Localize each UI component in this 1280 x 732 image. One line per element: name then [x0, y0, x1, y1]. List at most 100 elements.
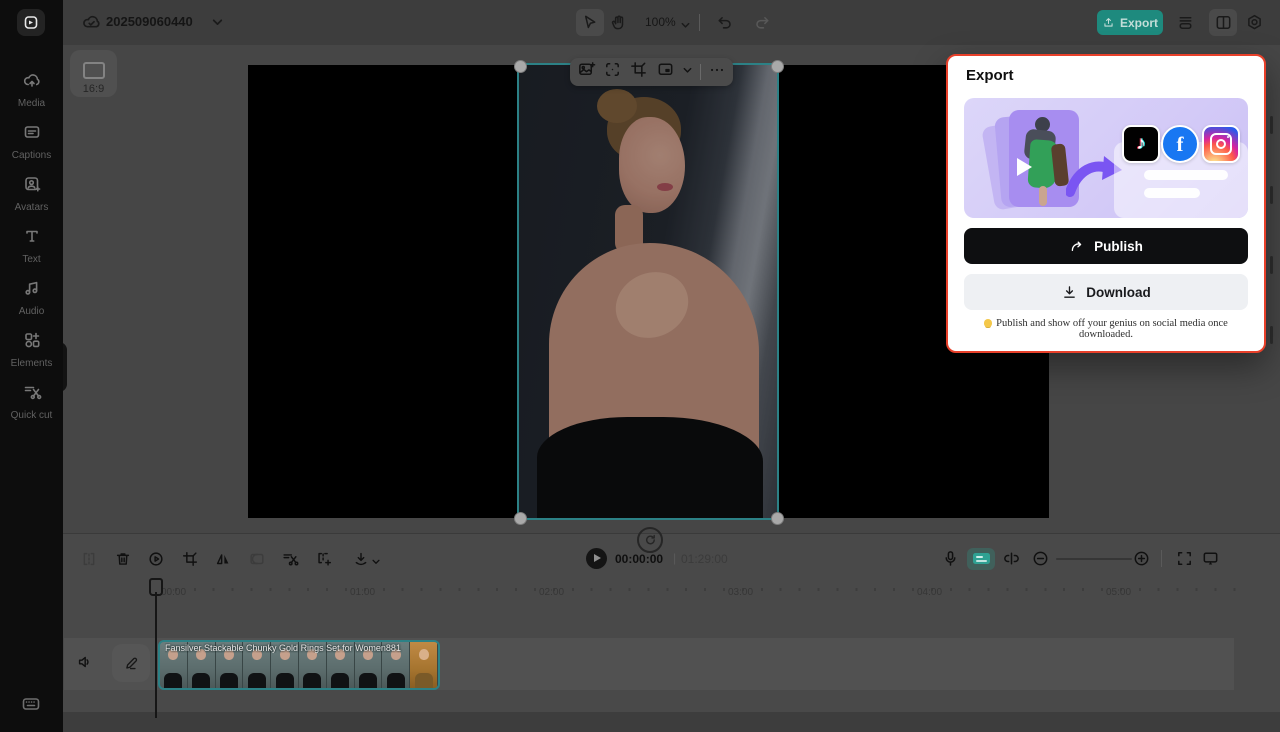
- delete-icon[interactable]: [114, 550, 132, 573]
- video-preview[interactable]: [519, 65, 777, 518]
- export-note: Publish and show off your genius on soci…: [962, 318, 1250, 340]
- ratio-label: 16:9: [70, 83, 117, 95]
- chevron-down-icon[interactable]: [211, 16, 224, 34]
- auto-captions-button[interactable]: [967, 548, 995, 570]
- current-time: 00:00:00: [615, 552, 663, 566]
- sidebar-item-audio[interactable]: Audio: [0, 278, 63, 318]
- timeline-zoom-slider[interactable]: [1056, 558, 1132, 560]
- settings-gear-icon[interactable]: [1245, 13, 1264, 37]
- fullscreen-icon[interactable]: [1175, 549, 1194, 573]
- selection-handle-bottom-left[interactable]: [514, 512, 527, 525]
- undo-icon[interactable]: [715, 13, 734, 37]
- layout-panel-icon[interactable]: [1214, 13, 1233, 37]
- ruler-label: 03:00: [728, 587, 753, 598]
- smart-cut-icon[interactable]: [281, 550, 299, 573]
- rotate-handle[interactable]: [637, 527, 663, 553]
- sidebar-item-avatars[interactable]: Avatars: [0, 174, 63, 214]
- split-icon[interactable]: [80, 550, 98, 573]
- sidebar-item-label: Captions: [0, 150, 63, 162]
- fit-timeline-icon[interactable]: [1002, 549, 1021, 573]
- selection-handle-top-right[interactable]: [771, 60, 784, 73]
- app-logo[interactable]: [17, 9, 45, 36]
- selection-handle-top-left[interactable]: [514, 60, 527, 73]
- sidebar-item-label: Quick cut: [0, 410, 63, 422]
- edit-track-button[interactable]: [112, 644, 150, 682]
- ruler-label: 04:00: [917, 587, 942, 598]
- edge-marker: [1270, 326, 1273, 344]
- sidebar-item-captions[interactable]: Captions: [0, 122, 63, 162]
- export-button[interactable]: Export: [1097, 10, 1163, 35]
- divider: [699, 14, 700, 31]
- frame-icon[interactable]: [603, 60, 622, 84]
- zoom-in-icon[interactable]: [1132, 549, 1151, 573]
- export-popup-title: Export: [966, 67, 1014, 84]
- sidebar-item-label: Audio: [0, 306, 63, 318]
- split-add-icon[interactable]: [315, 550, 333, 573]
- playhead-line[interactable]: [155, 592, 157, 718]
- ratio-rect-icon: [83, 62, 105, 79]
- pip-icon[interactable]: [656, 60, 675, 84]
- instagram-icon: [1202, 125, 1240, 163]
- clip-toolbar: [570, 58, 733, 86]
- crop-clip-icon[interactable]: [181, 550, 199, 573]
- download-label: Download: [1086, 285, 1151, 300]
- zoom-chevron-icon[interactable]: [680, 18, 691, 36]
- pip-chevron-icon[interactable]: [682, 63, 693, 81]
- export-button-label: Export: [1120, 16, 1158, 30]
- download-clip-icon[interactable]: [352, 550, 370, 573]
- quick-cut-icon: [22, 382, 42, 402]
- export-popup: Export ♪ f: [946, 54, 1266, 353]
- crop-icon[interactable]: [629, 60, 648, 84]
- pencil-icon: [123, 655, 140, 672]
- microphone-icon[interactable]: [941, 549, 960, 573]
- project-title: 202509060440: [106, 14, 193, 29]
- skeleton-line: [1144, 170, 1228, 180]
- publish-icon: [1069, 238, 1086, 255]
- tiktok-icon: ♪: [1122, 125, 1160, 163]
- zoom-out-icon[interactable]: [1031, 549, 1050, 573]
- speed-icon[interactable]: [147, 550, 165, 573]
- selection-handle-bottom-right[interactable]: [771, 512, 784, 525]
- preview-display-icon[interactable]: [1201, 549, 1220, 573]
- keyboard-shortcuts-icon[interactable]: [20, 694, 42, 719]
- export-promo-banner: ♪ f: [964, 98, 1248, 218]
- cursor-tool-icon[interactable]: [580, 13, 599, 37]
- sidebar-item-media[interactable]: Media: [0, 70, 63, 110]
- sidebar-item-label: Media: [0, 98, 63, 110]
- publish-label: Publish: [1094, 239, 1143, 254]
- publish-button[interactable]: Publish: [964, 228, 1248, 264]
- sidebar-item-quick-cut[interactable]: Quick cut: [0, 382, 63, 422]
- download-button[interactable]: Download: [964, 274, 1248, 310]
- left-sidebar: Media Captions Avatars Text Audio Elemen…: [0, 0, 63, 732]
- play-overlay-icon: [1017, 158, 1032, 176]
- video-clip[interactable]: Fansilver Stackable Chunky Gold Rings Se…: [158, 640, 440, 690]
- hand-tool-icon[interactable]: [609, 13, 628, 37]
- export-list-icon[interactable]: [1176, 13, 1195, 37]
- play-button[interactable]: [586, 548, 607, 569]
- ruler-ticks: [156, 588, 1240, 591]
- download-chevron-icon[interactable]: [371, 554, 381, 572]
- edge-marker: [1270, 116, 1273, 134]
- facebook-icon: f: [1161, 125, 1199, 163]
- ruler-label: 02:00: [539, 587, 564, 598]
- dim-overlay: [519, 65, 777, 518]
- timeline-footer: [63, 712, 1280, 732]
- avatar-icon: [22, 174, 42, 194]
- zoom-level-value[interactable]: 100%: [645, 15, 676, 29]
- track-mute-icon[interactable]: [76, 653, 94, 676]
- total-duration: 01:29:00: [681, 552, 728, 566]
- mask-icon[interactable]: [248, 550, 266, 573]
- ruler-label: 00:00: [161, 587, 186, 598]
- sidebar-item-text[interactable]: Text: [0, 226, 63, 266]
- more-options-icon[interactable]: [708, 61, 726, 84]
- replace-media-icon[interactable]: [577, 60, 596, 84]
- play-triangle-icon: [594, 554, 601, 562]
- text-icon: [22, 226, 42, 246]
- aspect-ratio-button[interactable]: 16:9: [70, 50, 117, 97]
- sidebar-item-label: Elements: [0, 358, 63, 370]
- sidebar-item-elements[interactable]: Elements: [0, 330, 63, 370]
- skeleton-line: [1144, 188, 1200, 198]
- redo-icon[interactable]: [753, 13, 772, 37]
- download-icon: [1061, 284, 1078, 301]
- mirror-flip-icon[interactable]: [214, 550, 232, 573]
